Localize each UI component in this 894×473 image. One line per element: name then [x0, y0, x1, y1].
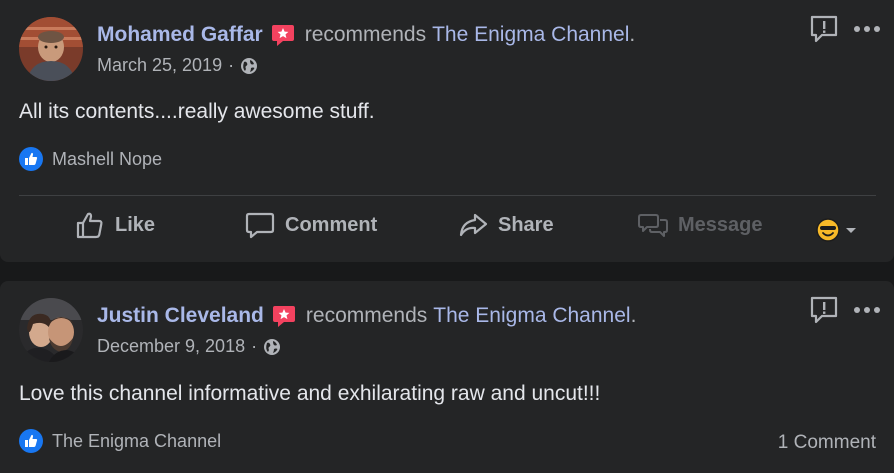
post-text: Love this channel informative and exhila… [19, 382, 601, 405]
author-name[interactable]: Mohamed Gaffar [97, 23, 263, 47]
report-icon[interactable] [809, 14, 839, 44]
review-card: Mohamed Gaffar recommends The Enigma Cha… [0, 0, 894, 262]
separator: · [251, 336, 258, 356]
comment-label: Comment [285, 213, 378, 236]
share-label: Share [498, 213, 554, 236]
avatar[interactable] [19, 17, 83, 81]
like-reaction-icon [19, 429, 43, 453]
share-button[interactable]: Share [458, 210, 554, 240]
review-card: Justin Cleveland recommends The Enigma C… [0, 281, 894, 473]
recommendation-star-icon [272, 304, 296, 328]
post-meta: December 9, 2018 · [97, 336, 281, 357]
like-reaction-icon [19, 147, 43, 171]
report-icon[interactable] [809, 295, 839, 325]
post-header: Justin Cleveland recommends The Enigma C… [97, 301, 636, 331]
comment-count[interactable]: 1 Comment [778, 432, 876, 454]
more-options-icon[interactable] [853, 21, 883, 37]
page-link[interactable]: The Enigma Channel [432, 23, 629, 47]
separator: · [228, 55, 235, 75]
avatar[interactable] [19, 298, 83, 362]
author-name[interactable]: Justin Cleveland [97, 304, 264, 328]
reaction-summary[interactable]: The Enigma Channel [19, 429, 221, 453]
more-options-icon[interactable] [853, 302, 883, 318]
message-button[interactable]: Message [638, 210, 763, 240]
post-header: Mohamed Gaffar recommends The Enigma Cha… [97, 20, 635, 50]
share-icon [459, 213, 488, 237]
recommends-text: recommends [304, 23, 427, 46]
recommendation-star-icon [271, 23, 295, 47]
comment-icon [245, 212, 275, 239]
comment-button[interactable]: Comment [245, 210, 377, 240]
post-date[interactable]: December 9, 2018 [97, 336, 245, 357]
reaction-names[interactable]: The Enigma Channel [52, 431, 221, 452]
like-label: Like [115, 213, 156, 236]
like-button[interactable]: Like [75, 210, 155, 240]
post-date[interactable]: March 25, 2019 [97, 55, 222, 76]
page-link[interactable]: The Enigma Channel [433, 304, 630, 328]
reaction-summary[interactable]: Mashell Nope [19, 147, 162, 171]
period: . [629, 23, 636, 46]
recommends-text: recommends [305, 304, 428, 327]
post-text: All its contents....really awesome stuff… [19, 100, 375, 123]
post-meta: March 25, 2019 · [97, 55, 258, 76]
thumbs-up-icon [76, 212, 103, 239]
message-label: Message [678, 213, 763, 236]
reaction-names[interactable]: Mashell Nope [52, 149, 162, 170]
globe-icon [240, 57, 258, 75]
message-icon [638, 214, 668, 237]
reviews-feed: Mohamed Gaffar recommends The Enigma Cha… [0, 0, 894, 473]
post-actions: Like Comment Share Message [0, 196, 894, 260]
globe-icon [263, 338, 281, 356]
reaction-picker[interactable] [816, 218, 859, 242]
emoji-reaction-icon [816, 218, 840, 242]
chevron-down-icon [846, 228, 856, 233]
period: . [630, 304, 637, 327]
